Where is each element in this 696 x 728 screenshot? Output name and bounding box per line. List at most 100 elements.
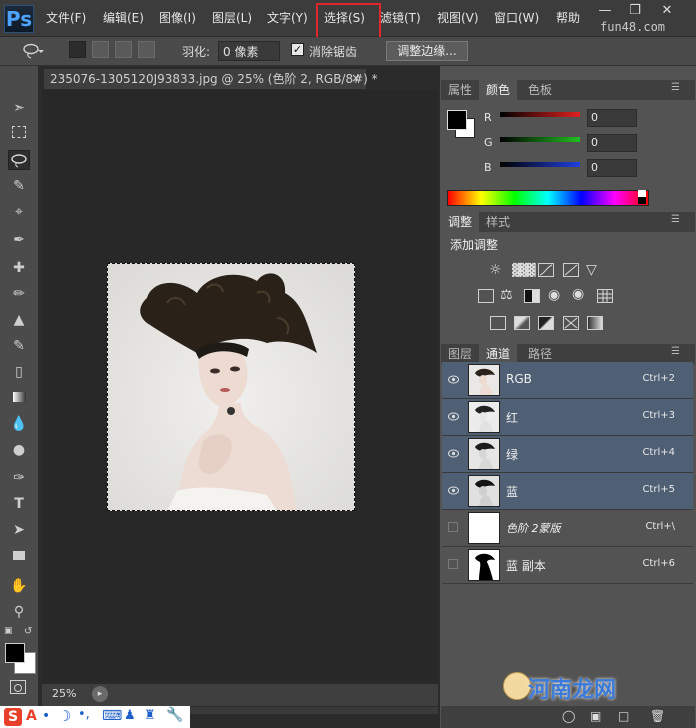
tab-channels[interactable]: 通道 bbox=[479, 344, 518, 364]
channel-row-green[interactable]: 绿 Ctrl+4 bbox=[442, 436, 693, 473]
subtract-selection-button[interactable] bbox=[115, 41, 132, 58]
visibility-eye-icon[interactable] bbox=[448, 449, 459, 458]
posterize-icon[interactable] bbox=[514, 316, 530, 330]
visibility-eye-icon[interactable] bbox=[448, 412, 459, 421]
tab-adjustments[interactable]: 调整 bbox=[441, 212, 480, 232]
spectrum-white-swatch[interactable] bbox=[638, 190, 646, 197]
gradient-map-icon[interactable] bbox=[587, 316, 603, 330]
feather-input[interactable]: 0 像素 bbox=[218, 41, 280, 61]
levels-icon[interactable]: ▓▓▓ bbox=[512, 263, 536, 277]
color-lookup-icon[interactable] bbox=[597, 289, 613, 303]
zoom-level[interactable]: 25% bbox=[52, 687, 76, 700]
tab-color[interactable]: 颜色 bbox=[479, 80, 518, 100]
punctuation-mode-icon[interactable]: •, bbox=[78, 707, 90, 722]
visibility-toggle[interactable] bbox=[448, 559, 458, 569]
close-document-icon[interactable]: × bbox=[351, 71, 361, 85]
lasso-tool-icon[interactable] bbox=[8, 150, 30, 170]
stamp-tool-icon[interactable]: ▲ bbox=[8, 310, 30, 330]
restore-icon[interactable]: ❐ bbox=[626, 2, 644, 20]
black-white-icon[interactable] bbox=[524, 289, 540, 303]
type-tool-icon[interactable]: T bbox=[8, 494, 30, 514]
hand-tool-icon[interactable]: ✋ bbox=[8, 576, 30, 596]
save-selection-icon[interactable]: ▣ bbox=[590, 709, 601, 723]
channel-row-red[interactable]: 红 Ctrl+3 bbox=[442, 399, 693, 436]
dodge-tool-icon[interactable]: ● bbox=[8, 440, 30, 460]
g-slider[interactable] bbox=[500, 137, 580, 142]
channels-panel-menu-icon[interactable]: ☰ bbox=[671, 346, 680, 357]
tab-layers[interactable]: 图层 bbox=[441, 344, 479, 364]
skin-shirt-icon[interactable]: ♜ bbox=[144, 708, 156, 723]
hue-saturation-icon[interactable] bbox=[478, 289, 494, 303]
menu-file[interactable]: 文件(F) bbox=[46, 9, 86, 26]
adjust-panel-menu-icon[interactable]: ☰ bbox=[671, 214, 680, 225]
default-colors-icon[interactable]: ▣ bbox=[4, 626, 13, 636]
rectangle-tool-icon[interactable] bbox=[8, 546, 30, 566]
b-slider[interactable] bbox=[500, 162, 580, 167]
foreground-color-swatch[interactable] bbox=[5, 643, 25, 663]
menu-type[interactable]: 文字(Y) bbox=[267, 9, 308, 26]
channel-row-rgb[interactable]: RGB Ctrl+2 bbox=[442, 362, 693, 399]
punctuation-icon[interactable]: • bbox=[42, 708, 50, 724]
path-selection-tool-icon[interactable]: ➤ bbox=[8, 520, 30, 540]
add-selection-button[interactable] bbox=[92, 41, 109, 58]
sogou-s-icon[interactable]: S bbox=[4, 708, 22, 726]
visibility-toggle[interactable] bbox=[448, 522, 458, 532]
r-value-input[interactable]: 0 bbox=[587, 109, 637, 127]
tools-wrench-icon[interactable]: 🔧 bbox=[166, 707, 183, 723]
visibility-eye-icon[interactable] bbox=[448, 375, 459, 384]
quick-mask-icon[interactable] bbox=[10, 680, 26, 694]
status-info-icon[interactable]: ▸ bbox=[92, 686, 108, 702]
visibility-eye-icon[interactable] bbox=[448, 486, 459, 495]
blur-tool-icon[interactable]: 💧 bbox=[8, 414, 30, 434]
ime-mode-icon[interactable]: A bbox=[26, 708, 37, 724]
new-channel-icon[interactable]: □ bbox=[618, 709, 629, 723]
tab-swatches[interactable]: 色板 bbox=[521, 80, 559, 100]
quick-selection-tool-icon[interactable]: ✎ bbox=[8, 176, 30, 196]
menu-image[interactable]: 图像(I) bbox=[159, 9, 196, 26]
channel-row-levels-mask[interactable]: 色阶 2蒙版 Ctrl+\ bbox=[442, 510, 693, 547]
tab-paths[interactable]: 路径 bbox=[521, 344, 559, 364]
antialias-checkbox[interactable]: ✓ bbox=[291, 43, 304, 56]
spectrum-black-swatch[interactable] bbox=[638, 197, 646, 204]
healing-brush-tool-icon[interactable]: ✚ bbox=[8, 258, 30, 278]
new-selection-button[interactable] bbox=[69, 41, 86, 58]
crop-tool-icon[interactable]: ⌖ bbox=[8, 202, 30, 222]
color-spectrum-bar[interactable] bbox=[447, 190, 649, 206]
history-brush-tool-icon[interactable]: ✎ bbox=[8, 336, 30, 356]
exposure-icon[interactable] bbox=[563, 263, 579, 277]
close-window-icon[interactable]: ✕ bbox=[658, 2, 676, 20]
document-image[interactable] bbox=[107, 263, 355, 511]
load-selection-icon[interactable]: ◯ bbox=[562, 709, 575, 723]
delete-channel-icon[interactable]: 🗑 bbox=[650, 709, 665, 723]
menu-view[interactable]: 视图(V) bbox=[437, 9, 479, 26]
zoom-tool-icon[interactable]: ⚲ bbox=[8, 602, 30, 622]
vibrance-icon[interactable]: ▽ bbox=[586, 262, 597, 278]
pen-tool-icon[interactable]: ✑ bbox=[8, 468, 30, 488]
menu-filter[interactable]: 滤镜(T) bbox=[380, 9, 421, 26]
keyboard-icon[interactable]: ⌨ bbox=[102, 708, 122, 724]
menu-window[interactable]: 窗口(W) bbox=[494, 9, 539, 26]
document-tab[interactable]: 235076-1305120J93833.jpg @ 25% (色阶 2, RG… bbox=[44, 69, 378, 89]
selective-color-icon[interactable] bbox=[563, 316, 579, 330]
lasso-preset-icon[interactable] bbox=[22, 42, 44, 60]
channel-row-blue-copy[interactable]: 蓝 副本 Ctrl+6 bbox=[442, 547, 693, 584]
menu-help[interactable]: 帮助 bbox=[556, 9, 580, 26]
intersect-selection-button[interactable] bbox=[138, 41, 155, 58]
brightness-icon[interactable]: ☼ bbox=[489, 262, 502, 278]
curves-icon[interactable] bbox=[538, 263, 554, 277]
refine-edge-button[interactable]: 调整边缘... bbox=[386, 41, 468, 61]
panel-menu-icon[interactable]: ☰ bbox=[671, 82, 680, 93]
swap-colors-icon[interactable]: ↺ bbox=[24, 626, 32, 637]
menu-layer[interactable]: 图层(L) bbox=[212, 9, 252, 26]
brush-tool-icon[interactable]: ✏ bbox=[8, 284, 30, 304]
gradient-tool-icon[interactable] bbox=[8, 388, 30, 408]
color-fg-swatch[interactable] bbox=[447, 110, 467, 130]
tab-styles[interactable]: 样式 bbox=[479, 212, 517, 232]
photo-filter-icon[interactable]: ◉ bbox=[548, 287, 560, 303]
color-balance-icon[interactable]: ⚖ bbox=[500, 287, 513, 303]
tab-properties[interactable]: 属性 bbox=[441, 80, 479, 100]
threshold-icon[interactable] bbox=[538, 316, 554, 330]
b-value-input[interactable]: 0 bbox=[587, 159, 637, 177]
eyedropper-tool-icon[interactable]: ✒ bbox=[8, 230, 30, 250]
r-slider[interactable] bbox=[500, 112, 580, 117]
